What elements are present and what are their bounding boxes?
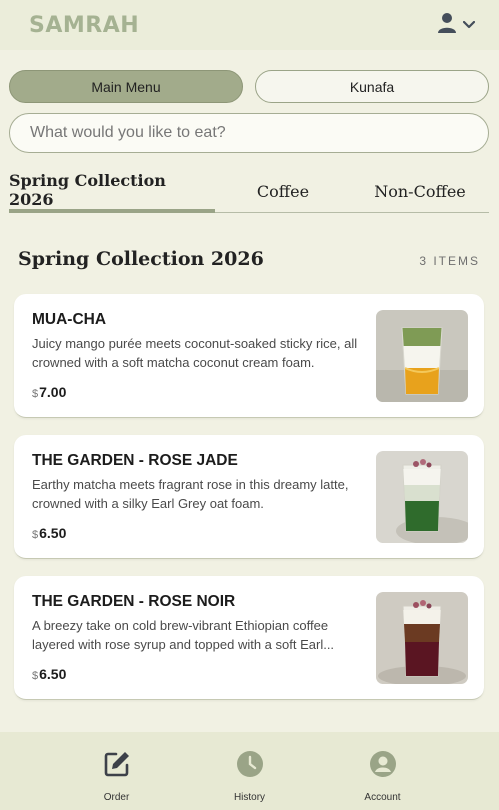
app-header: SAMRAH [0,0,499,50]
nav-order-label: Order [103,792,130,803]
main-menu-button[interactable]: Main Menu [9,70,243,103]
price-value: 6.50 [39,525,67,541]
kunafa-button[interactable]: Kunafa [255,70,489,103]
tab-spring-collection[interactable]: Spring Collection 2026 [9,170,215,213]
product-card[interactable]: MUA-CHA Juicy mango purée meets coconut-… [14,294,484,418]
brand-logo[interactable]: SAMRAH [29,13,139,38]
tab-non-coffee[interactable]: Non-Coffee [367,170,473,213]
account-circle-icon [369,750,397,783]
product-description: A breezy take on cold brew-vibrant Ethio… [32,618,335,652]
nav-account-label: Account [364,792,401,803]
edit-icon [103,750,131,783]
category-tabs: Spring Collection 2026 Coffee Non-Coffee [9,170,489,213]
section-title: Spring Collection 2026 [18,248,264,270]
product-card[interactable]: THE GARDEN - ROSE JADE Earthy matcha mee… [14,435,484,559]
product-name: THE GARDEN - ROSE JADE [32,452,238,469]
product-name: THE GARDEN - ROSE NOIR [32,593,236,610]
account-menu-button[interactable] [437,12,476,39]
section-header: Spring Collection 2026 3 ITEMS [18,248,480,270]
product-price: $6.50 [32,525,66,541]
item-count: 3 ITEMS [419,254,480,268]
currency-symbol: $ [32,388,39,400]
product-image [376,451,468,543]
search-input[interactable] [9,113,489,153]
price-value: 7.00 [39,384,67,400]
product-description: Juicy mango purée meets coconut-soaked s… [32,336,358,370]
nav-history[interactable]: History [205,732,295,810]
nav-order[interactable]: Order [72,732,162,810]
product-image [376,592,468,684]
clock-icon [236,750,264,783]
product-price: $6.50 [32,666,66,682]
nav-history-label: History [233,792,266,803]
product-image [376,310,468,402]
bottom-navigation: Order History Account [0,732,499,810]
product-description: Earthy matcha meets fragrant rose in thi… [32,477,349,511]
chevron-down-icon [462,16,476,34]
product-price: $7.00 [32,384,66,400]
price-value: 6.50 [39,666,67,682]
product-name: MUA-CHA [32,311,107,328]
currency-symbol: $ [32,529,39,541]
currency-symbol: $ [32,670,39,682]
user-icon [437,12,457,39]
nav-account[interactable]: Account [338,732,428,810]
product-card[interactable]: THE GARDEN - ROSE NOIR A breezy take on … [14,576,484,700]
tab-coffee[interactable]: Coffee [235,170,331,213]
menu-toggle: Main Menu Kunafa [9,70,489,103]
